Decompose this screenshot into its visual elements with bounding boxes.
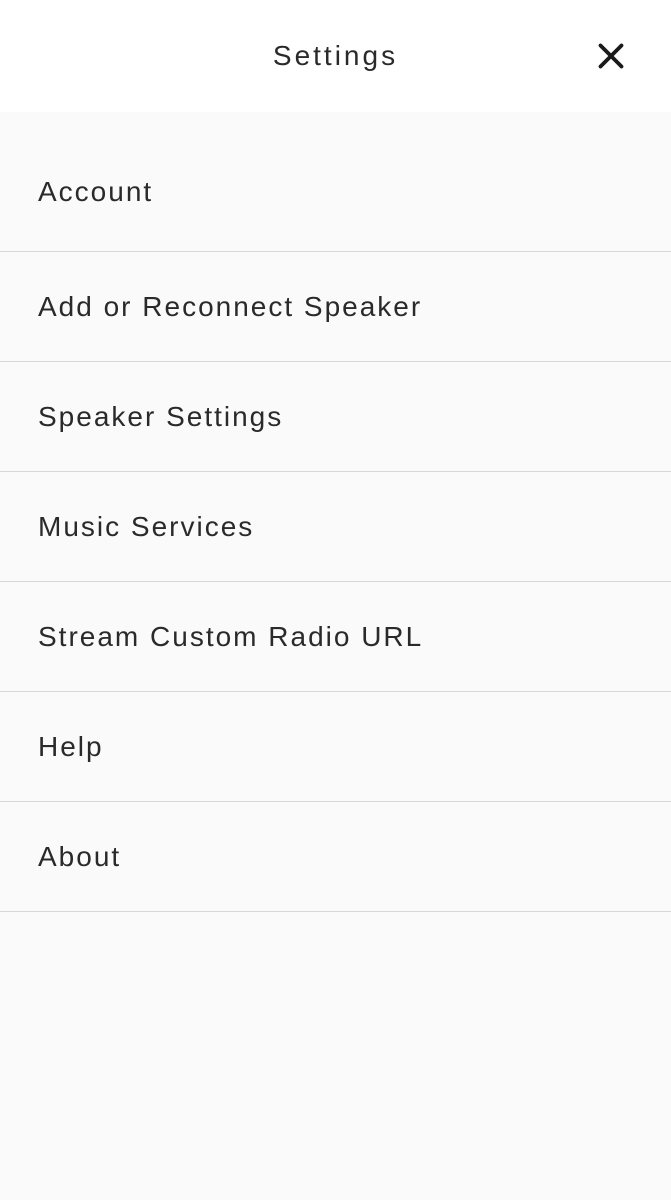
menu-item-label: Music Services bbox=[38, 511, 254, 543]
menu-item-label: Account bbox=[38, 176, 153, 208]
menu-item-label: About bbox=[38, 841, 121, 873]
close-button[interactable] bbox=[591, 36, 631, 76]
menu-item-label: Add or Reconnect Speaker bbox=[38, 291, 422, 323]
close-icon bbox=[593, 38, 629, 74]
page-title: Settings bbox=[273, 40, 398, 72]
menu-item-label: Stream Custom Radio URL bbox=[38, 621, 423, 653]
menu-item-label: Help bbox=[38, 731, 104, 763]
menu-item-music-services[interactable]: Music Services bbox=[0, 472, 671, 582]
menu-item-speaker-settings[interactable]: Speaker Settings bbox=[0, 362, 671, 472]
menu-item-about[interactable]: About bbox=[0, 802, 671, 912]
menu-item-account[interactable]: Account bbox=[0, 112, 671, 252]
menu-item-stream-custom-radio-url[interactable]: Stream Custom Radio URL bbox=[0, 582, 671, 692]
menu-item-add-reconnect-speaker[interactable]: Add or Reconnect Speaker bbox=[0, 252, 671, 362]
settings-menu: Account Add or Reconnect Speaker Speaker… bbox=[0, 112, 671, 912]
header: Settings bbox=[0, 0, 671, 112]
menu-item-label: Speaker Settings bbox=[38, 401, 283, 433]
menu-item-help[interactable]: Help bbox=[0, 692, 671, 802]
